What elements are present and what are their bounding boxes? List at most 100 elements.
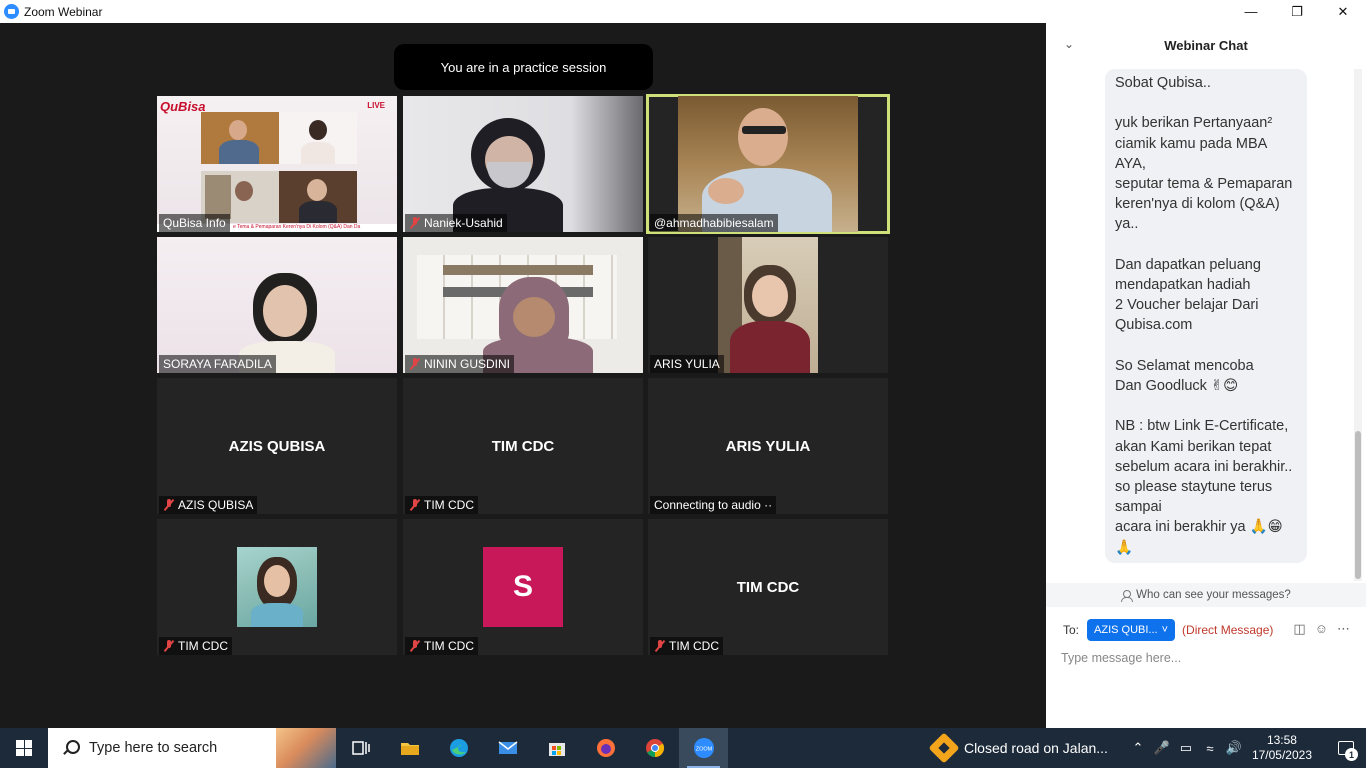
participant-name-display: TIM CDC [491, 437, 555, 455]
who-can-see-text: Who can see your messages? [1136, 589, 1291, 601]
video-tile[interactable]: NININ GUSDINI [403, 237, 643, 373]
zoom-taskbar-icon[interactable]: ZOOM [679, 728, 728, 768]
store-icon[interactable] [532, 728, 581, 768]
microphone-icon[interactable]: 🎤 [1150, 740, 1174, 756]
participant-name: TIM CDC [405, 496, 478, 514]
participant-video [403, 96, 643, 232]
video-tile[interactable]: QuBisa LIVE e Tema & Pemaparan Keren'nya… [157, 96, 397, 232]
clock[interactable]: 13:58 17/05/2023 [1252, 733, 1312, 763]
chevron-down-icon: ˅ [1161, 624, 1169, 636]
file-icon[interactable]: ◫ [1293, 621, 1305, 637]
participant-name: TIM CDC [405, 637, 478, 655]
chat-title: Webinar Chat [1164, 38, 1248, 53]
windows-taskbar: Type here to search ZOOM Closed road on … [0, 728, 1366, 768]
mic-muted-icon [163, 499, 175, 511]
file-explorer-icon[interactable] [385, 728, 434, 768]
volume-icon[interactable]: 🔊 [1222, 740, 1246, 756]
more-icon[interactable]: ⋯ [1337, 621, 1350, 637]
qubisa-logo: QuBisa [160, 99, 206, 114]
recipient-row: To: AZIS QUBI... ˅ (Direct Message) ◫ ☺ … [1046, 619, 1366, 641]
who-can-see-link[interactable]: Who can see your messages? [1046, 583, 1366, 607]
video-tile[interactable]: TIM CDC TIM CDC [403, 378, 643, 514]
mail-icon[interactable] [483, 728, 532, 768]
system-tray: Closed road on Jalan... ⌃ 🎤 ▭ ≈ 🔊 13:58 … [928, 728, 1366, 768]
firefox-icon[interactable] [581, 728, 630, 768]
notification-center-button[interactable]: 1 [1326, 728, 1366, 768]
participant-status: Connecting to audio ·· [650, 496, 777, 514]
mic-muted-icon [409, 217, 421, 229]
video-tile[interactable]: SORAYA FARADILA [157, 237, 397, 373]
search-icon [63, 740, 80, 756]
wifi-icon[interactable]: ≈ [1198, 741, 1222, 756]
edge-browser-icon[interactable] [434, 728, 483, 768]
title-bar: Zoom Webinar — ❐ ✕ [0, 0, 1366, 23]
participant-video [678, 96, 858, 232]
chat-actions: ◫ ☺ ⋯ [1293, 621, 1350, 637]
participant-video [403, 237, 643, 373]
chrome-icon[interactable] [630, 728, 679, 768]
chevron-up-icon[interactable]: ⌃ [1126, 740, 1150, 756]
to-label: To: [1063, 623, 1080, 637]
chat-message: Sobat Qubisa.. yuk berikan Pertanyaan² c… [1105, 69, 1307, 563]
task-view-icon[interactable] [336, 728, 385, 768]
participant-name: TIM CDC [650, 637, 723, 655]
practice-session-banner: You are in a practice session [394, 44, 653, 90]
participant-video [279, 112, 357, 164]
participant-name: SORAYA FARADILA [159, 355, 276, 373]
participant-name: AZIS QUBISA [159, 496, 258, 514]
mic-muted-icon [409, 640, 421, 652]
video-tile-active-speaker[interactable]: @ahmadhabibiesalam [646, 94, 890, 234]
participant-name-display: TIM CDC [736, 578, 800, 596]
window-title: Zoom Webinar [24, 4, 103, 19]
emoji-icon[interactable]: ☺ [1315, 621, 1328, 637]
participant-name: ARIS YULIA [650, 355, 724, 373]
video-tile[interactable]: TIM CDC [157, 519, 397, 655]
news-widget[interactable]: Closed road on Jalan... [928, 732, 1108, 764]
person-icon [1121, 589, 1134, 602]
profile-photo [237, 547, 317, 627]
news-text: Closed road on Jalan... [963, 740, 1108, 756]
recipient-dropdown[interactable]: AZIS QUBI... ˅ [1087, 619, 1176, 641]
video-tile[interactable]: ARIS YULIA [648, 237, 888, 373]
avatar-letter: S [483, 547, 563, 627]
video-tile[interactable]: ARIS YULIA Connecting to audio ·· [648, 378, 888, 514]
participant-video [279, 171, 357, 223]
notification-count: 1 [1345, 748, 1358, 761]
participant-name-display: ARIS YULIA [725, 437, 811, 455]
chat-scrollbar[interactable] [1354, 69, 1362, 581]
video-tile[interactable]: AZIS QUBISA AZIS QUBISA [157, 378, 397, 514]
zoom-icon-label: ZOOM [695, 747, 712, 753]
recipient-name: AZIS QUBI... [1094, 624, 1158, 636]
close-button[interactable]: ✕ [1320, 0, 1366, 23]
participant-name: NININ GUSDINI [405, 355, 515, 373]
video-tile[interactable]: Naniek-Usahid [403, 96, 643, 232]
video-tile[interactable]: S TIM CDC [403, 519, 643, 655]
qubisa-stream-video: QuBisa LIVE e Tema & Pemaparan Keren'nya… [157, 96, 397, 232]
clock-date: 17/05/2023 [1251, 748, 1312, 762]
windows-logo-icon [16, 740, 32, 756]
participant-video [157, 237, 397, 373]
search-highlight-image [276, 728, 336, 768]
battery-icon[interactable]: ▭ [1174, 740, 1198, 756]
chat-message-text: Sobat Qubisa.. yuk berikan Pertanyaan² c… [1115, 75, 1293, 556]
minimize-button[interactable]: — [1228, 0, 1274, 23]
participant-name: @ahmadhabibiesalam [650, 214, 778, 232]
mic-muted-icon [409, 358, 421, 370]
direct-message-label: (Direct Message) [1182, 623, 1274, 637]
taskbar-search[interactable]: Type here to search [48, 728, 336, 768]
message-input[interactable] [1061, 647, 1351, 669]
scrollbar-thumb[interactable] [1355, 431, 1361, 579]
start-button[interactable] [0, 728, 48, 768]
clock-time: 13:58 [1266, 733, 1297, 747]
maximize-button[interactable]: ❐ [1274, 0, 1320, 23]
mic-muted-icon [654, 640, 666, 652]
participant-name: QuBisa Info [159, 214, 230, 232]
live-badge: LIVE [367, 101, 385, 110]
mic-muted-icon [163, 640, 175, 652]
participant-video [718, 237, 818, 373]
participant-name: TIM CDC [159, 637, 232, 655]
mic-muted-icon [409, 499, 421, 511]
participant-name: Naniek-Usahid [405, 214, 507, 232]
chevron-down-icon[interactable]: ⌄ [1064, 37, 1074, 51]
video-tile[interactable]: TIM CDC TIM CDC [648, 519, 888, 655]
